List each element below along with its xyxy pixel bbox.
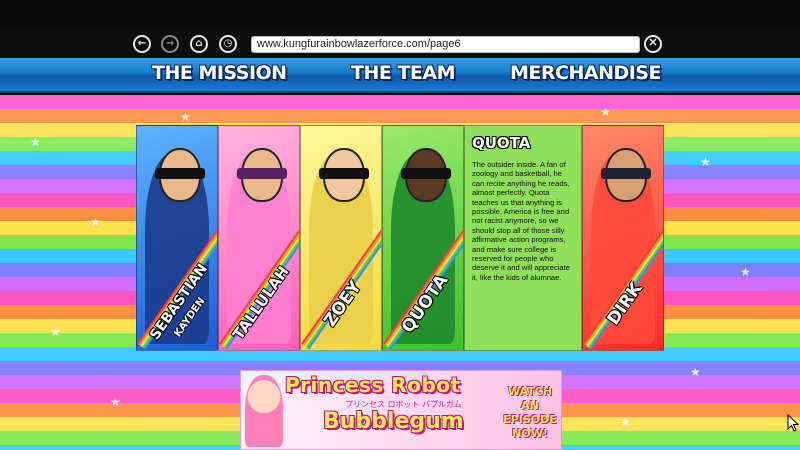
team-card-quota[interactable]: QUOTA [382,125,464,351]
team-gallery: SEBASTIAN KAYDEN TALLULAH ZOEY QUOTA QUO… [136,125,664,351]
team-card-zoey[interactable]: ZOEY [300,125,382,351]
helmet-visor-icon [601,168,651,179]
nav-the-mission[interactable]: THE MISSION [152,62,287,84]
rainbow-page-background: ★ ★ ★ ★ ★ ★ ★ ★ ★ ★ SEBASTIAN KAYDEN TAL… [0,95,800,450]
site-nav-bar: THE MISSION THE TEAM MERCHANDISE [0,58,800,93]
browser-toolbar: ← → ⌂ ◷ www.kungfurainbowlazerforce.com/… [0,30,800,58]
team-card-tallulah[interactable]: TALLULAH [218,125,300,351]
star-icon: ★ [620,415,631,429]
watch-episode-link[interactable]: WATCH AN EPISODE NOW! [499,385,561,441]
star-icon: ★ [90,215,101,229]
character-info-panel: QUOTA The outsider inside. A fan of zool… [464,125,582,351]
ad-banner-title-line1: Princess Robot [285,373,461,397]
nav-merchandise[interactable]: MERCHANDISE [510,62,661,84]
close-icon[interactable]: ✕ [644,35,662,53]
ad-banner-title-line2: Bubblegum [323,409,464,434]
mouse-cursor-icon [787,414,799,432]
sunglasses-icon [319,168,369,179]
star-icon: ★ [600,105,611,119]
history-clock-icon[interactable]: ◷ [219,35,237,53]
home-icon[interactable]: ⌂ [190,35,208,53]
star-icon: ★ [740,265,751,279]
character-info-bio: The outsider inside. A fan of zoology an… [472,160,570,282]
nav-the-team[interactable]: THE TEAM [351,62,456,84]
star-icon: ★ [690,365,701,379]
forward-arrow-icon[interactable]: → [161,35,179,53]
screen-top-strip [0,0,800,30]
star-icon: ★ [50,325,61,339]
star-icon: ★ [180,110,191,124]
sunglasses-icon [155,168,205,179]
star-icon: ★ [700,155,711,169]
ad-banner[interactable]: Princess Robot プリンセス ロボット バブルガム Bubblegu… [240,370,562,450]
star-icon: ★ [110,395,121,409]
back-arrow-icon[interactable]: ← [133,35,151,53]
princess-robot-character [245,375,283,447]
url-input[interactable]: www.kungfurainbowlazerforce.com/page6 [251,36,640,53]
team-card-sebastian[interactable]: SEBASTIAN KAYDEN [136,125,218,351]
star-icon: ★ [30,135,41,149]
character-info-title: QUOTA [472,134,531,152]
team-card-dirk[interactable]: DIRK [582,125,664,351]
sunglasses-icon [401,168,451,179]
visor-icon [237,168,287,179]
